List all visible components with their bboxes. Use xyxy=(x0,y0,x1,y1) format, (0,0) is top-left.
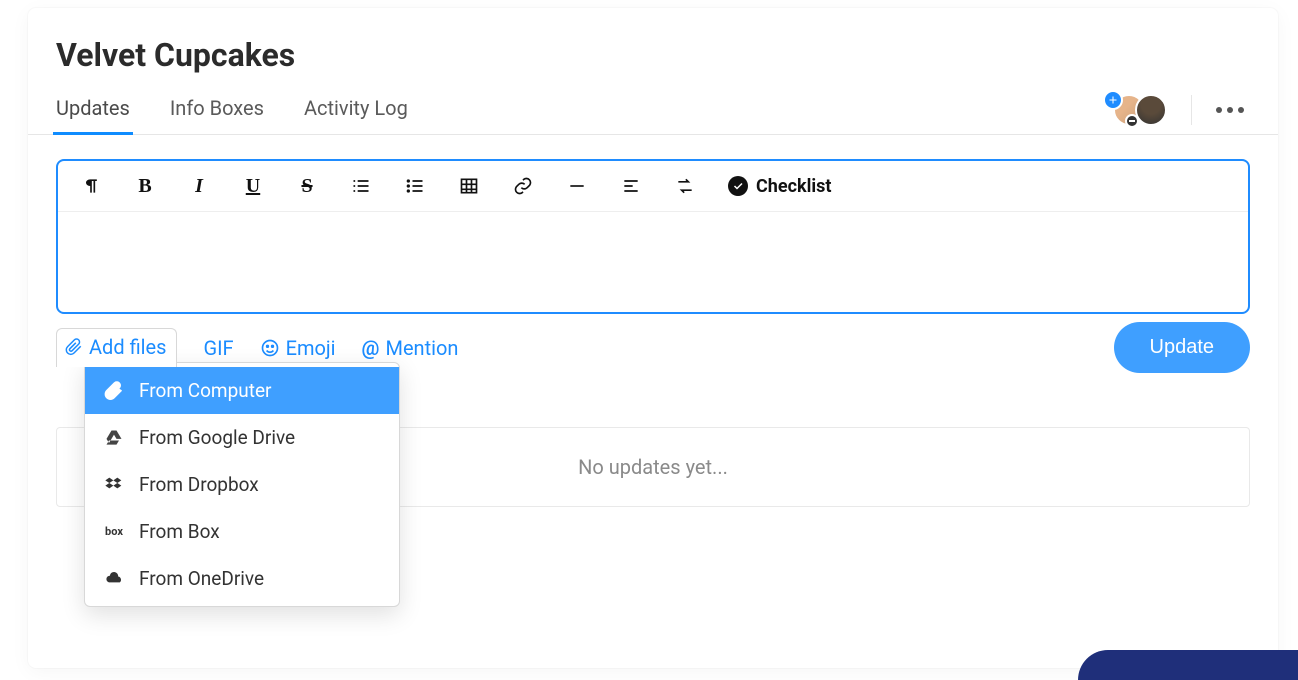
tab-updates[interactable]: Updates xyxy=(56,86,130,134)
box-icon: box xyxy=(103,525,125,538)
onedrive-icon xyxy=(103,569,125,589)
divider xyxy=(1191,95,1192,125)
more-menu-button[interactable] xyxy=(1210,103,1250,117)
editor-actions: Add files GIF Emoji @ Mention Update Fro… xyxy=(56,322,1250,373)
paragraph-icon[interactable] xyxy=(80,175,102,197)
check-circle-icon xyxy=(728,176,748,196)
underline-button[interactable]: U xyxy=(242,175,264,197)
smile-icon xyxy=(260,338,280,358)
paperclip-icon xyxy=(65,338,83,356)
dropdown-label: From Computer xyxy=(139,379,271,402)
tabs-row: Updates Info Boxes Activity Log xyxy=(28,86,1278,135)
editor-toolbar: B I U S xyxy=(58,161,1248,212)
members-avatars[interactable] xyxy=(1103,92,1173,128)
gif-button[interactable]: GIF xyxy=(203,336,233,360)
avatar xyxy=(1135,94,1167,126)
emoji-label: Emoji xyxy=(286,336,336,360)
update-editor: B I U S xyxy=(56,159,1250,314)
checklist-label: Checklist xyxy=(756,176,831,197)
checklist-button[interactable]: Checklist xyxy=(728,176,831,197)
horizontal-rule-icon[interactable] xyxy=(566,175,588,197)
add-files-label: Add files xyxy=(89,335,166,359)
text-direction-icon[interactable] xyxy=(674,175,696,197)
tab-activity-log[interactable]: Activity Log xyxy=(304,86,408,134)
dropdown-label: From OneDrive xyxy=(139,567,264,590)
dropdown-item-box[interactable]: box From Box xyxy=(85,508,399,555)
emoji-button[interactable]: Emoji xyxy=(260,336,336,360)
add-member-icon[interactable] xyxy=(1103,90,1123,110)
dropdown-label: From Google Drive xyxy=(139,426,295,449)
unordered-list-icon[interactable] xyxy=(404,175,426,197)
tab-info-boxes[interactable]: Info Boxes xyxy=(170,86,264,134)
bold-button[interactable]: B xyxy=(134,175,156,197)
editor-textarea[interactable] xyxy=(58,212,1248,312)
gdrive-icon xyxy=(103,428,125,448)
dropdown-label: From Dropbox xyxy=(139,473,259,496)
ordered-list-icon[interactable] xyxy=(350,175,372,197)
align-icon[interactable] xyxy=(620,175,642,197)
at-icon: @ xyxy=(362,336,380,360)
page-title: Velvet Cupcakes xyxy=(28,28,1278,86)
paperclip-icon xyxy=(103,381,125,401)
tabs: Updates Info Boxes Activity Log xyxy=(56,86,408,134)
item-panel: Velvet Cupcakes Updates Info Boxes Activ… xyxy=(28,8,1278,668)
dropbox-icon xyxy=(103,475,125,495)
update-button[interactable]: Update xyxy=(1114,322,1251,373)
dropdown-label: From Box xyxy=(139,520,220,543)
strikethrough-button[interactable]: S xyxy=(296,175,318,197)
italic-button[interactable]: I xyxy=(188,175,210,197)
corner-widget[interactable] xyxy=(1078,650,1298,680)
dropdown-item-dropbox[interactable]: From Dropbox xyxy=(85,461,399,508)
add-files-dropdown: From Computer From Google Drive From Dro… xyxy=(84,362,400,607)
link-icon[interactable] xyxy=(512,175,534,197)
add-files-button[interactable]: Add files xyxy=(56,328,177,367)
dropdown-item-from-computer[interactable]: From Computer xyxy=(85,367,399,414)
table-icon[interactable] xyxy=(458,175,480,197)
dropdown-item-onedrive[interactable]: From OneDrive xyxy=(85,555,399,602)
status-dot-icon xyxy=(1125,114,1139,128)
tabs-right xyxy=(1103,92,1250,128)
mention-button[interactable]: @ Mention xyxy=(362,336,459,360)
dropdown-item-google-drive[interactable]: From Google Drive xyxy=(85,414,399,461)
mention-label: Mention xyxy=(385,336,458,360)
